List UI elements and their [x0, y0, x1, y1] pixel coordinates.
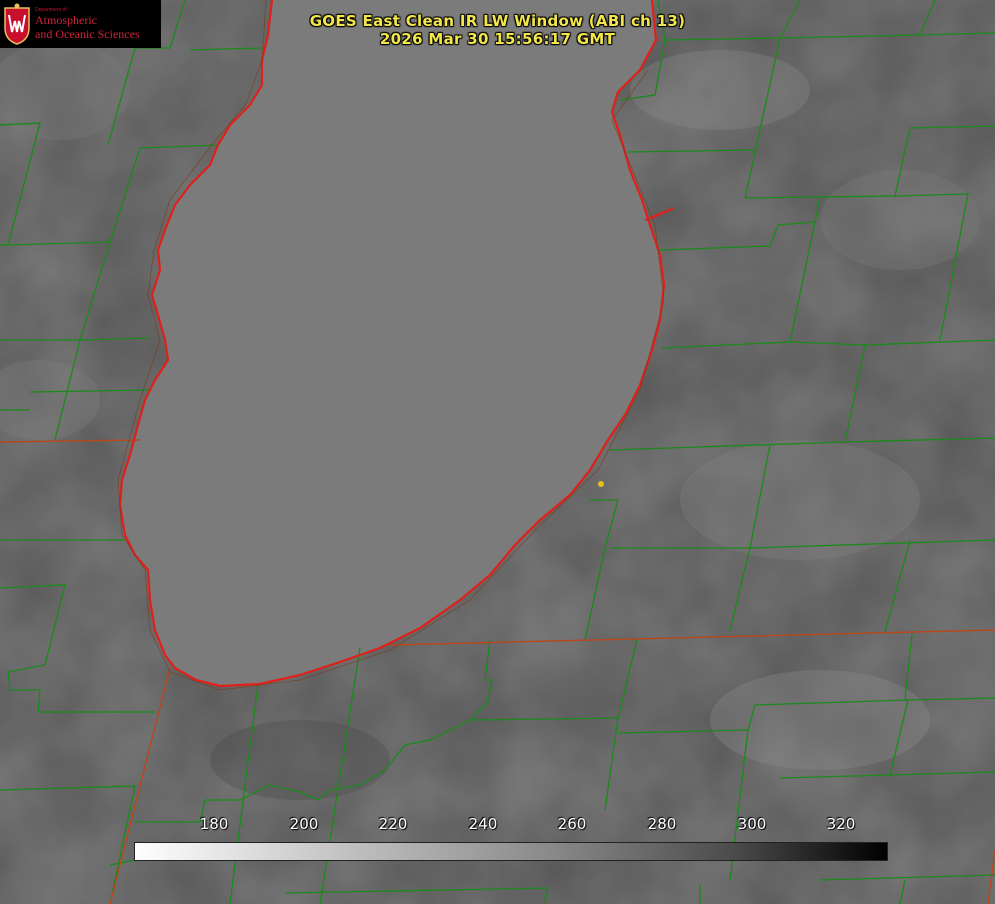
colorbar-tick-label: 220: [378, 815, 408, 833]
image-timestamp: 2026 Mar 30 15:56:17 GMT: [379, 30, 616, 48]
colorbar-tick-label: 200: [289, 815, 319, 833]
colorbar-tick-label: 280: [647, 815, 677, 833]
station-marker: [598, 481, 604, 487]
colorbar-tick-label: 300: [737, 815, 767, 833]
satellite-image-viewer: Department of Atmospheric and Oceanic Sc…: [0, 0, 995, 904]
colorbar-tick-label: 260: [557, 815, 587, 833]
satellite-map: [0, 0, 995, 904]
image-title: GOES East Clean IR LW Window (ABI ch 13): [309, 12, 686, 30]
colorbar-tick-label: 240: [468, 815, 498, 833]
colorbar-gradient: [134, 842, 888, 861]
colorbar-tick-label: 180: [199, 815, 229, 833]
colorbar-tick-label: 320: [826, 815, 856, 833]
